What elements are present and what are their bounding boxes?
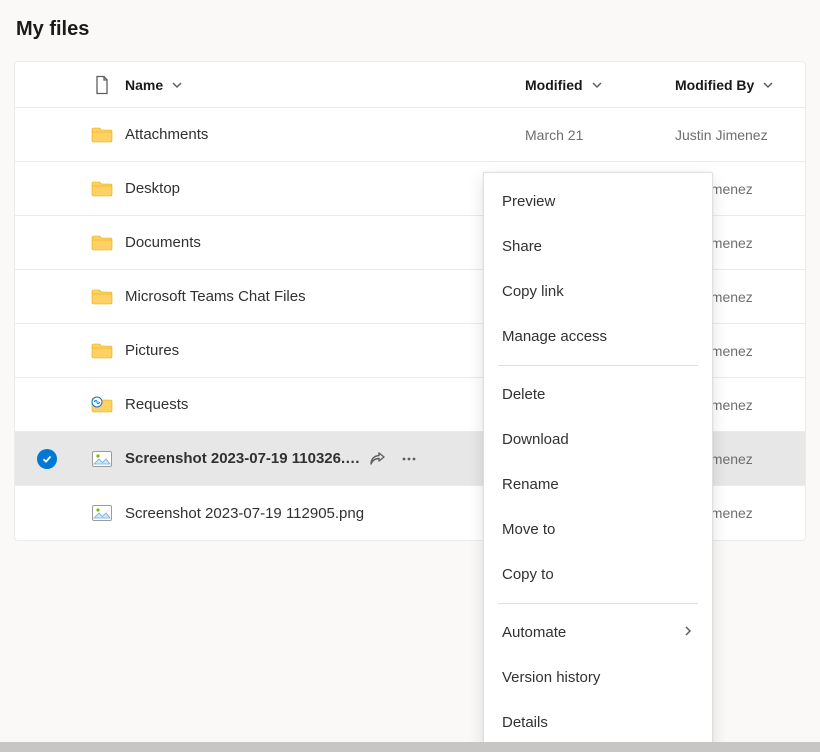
row-actions	[368, 450, 434, 468]
folder-icon	[79, 234, 125, 252]
menu-separator	[498, 603, 698, 604]
file-name-label: Desktop	[125, 180, 180, 197]
menu-item-rename[interactable]: Rename	[484, 462, 712, 507]
file-name-label: Attachments	[125, 126, 208, 143]
menu-item-details[interactable]: Details	[484, 700, 712, 745]
menu-separator	[498, 365, 698, 366]
modified-by-cell: Justin Jimenez	[675, 127, 805, 143]
menu-item-version-history[interactable]: Version history	[484, 655, 712, 700]
menu-item-label: Rename	[502, 476, 559, 493]
menu-item-copy-link[interactable]: Copy link	[484, 269, 712, 314]
modified-by-label: Justin Jimenez	[675, 127, 768, 143]
column-header-modified-by[interactable]: Modified By	[675, 77, 805, 93]
file-name-cell[interactable]: Screenshot 2023-07-19 110326.…	[125, 450, 525, 468]
folder-icon	[79, 126, 125, 144]
image-file-icon	[79, 450, 125, 468]
menu-item-label: Copy link	[502, 283, 564, 300]
chevron-down-icon	[762, 79, 774, 91]
folder-icon	[79, 180, 125, 198]
column-header-name-label: Name	[125, 77, 163, 93]
menu-item-label: Automate	[502, 624, 566, 641]
menu-item-label: Share	[502, 238, 542, 255]
menu-item-label: Delete	[502, 386, 545, 403]
column-header-modified[interactable]: Modified	[525, 77, 675, 93]
image-file-icon	[79, 504, 125, 522]
context-menu: Preview Share Copy link Manage access Delete…	[483, 172, 713, 752]
file-name-cell[interactable]: Pictures	[125, 342, 525, 359]
menu-item-download[interactable]: Download	[484, 417, 712, 462]
file-name-cell[interactable]: Desktop	[125, 180, 525, 197]
menu-item-preview[interactable]: Preview	[484, 179, 712, 224]
table-row[interactable]: Attachments March 21 Justin Jimenez	[15, 108, 805, 162]
menu-item-label: Details	[502, 714, 548, 731]
menu-item-label: Move to	[502, 521, 555, 538]
column-header-modified-by-label: Modified By	[675, 77, 754, 93]
menu-item-label: Download	[502, 431, 569, 448]
column-header-modified-label: Modified	[525, 77, 583, 93]
modified-label: March 21	[525, 127, 583, 143]
page-title: My files	[0, 0, 820, 61]
column-header-name[interactable]: Name	[125, 77, 525, 93]
file-type-header-icon[interactable]	[79, 75, 125, 95]
linked-folder-icon	[79, 396, 125, 414]
menu-item-automate[interactable]: Automate	[484, 610, 712, 655]
file-name-label: Documents	[125, 234, 201, 251]
share-icon[interactable]	[368, 450, 386, 468]
menu-item-copy-to[interactable]: Copy to	[484, 552, 712, 597]
folder-icon	[79, 288, 125, 306]
file-name-label: Requests	[125, 396, 188, 413]
menu-item-move-to[interactable]: Move to	[484, 507, 712, 552]
file-name-label: Screenshot 2023-07-19 110326.…	[125, 450, 360, 467]
chevron-down-icon	[591, 79, 603, 91]
chevron-right-icon	[682, 624, 694, 641]
file-name-cell[interactable]: Requests	[125, 396, 525, 413]
file-name-cell[interactable]: Attachments	[125, 126, 525, 143]
menu-item-label: Manage access	[502, 328, 607, 345]
file-name-label: Pictures	[125, 342, 179, 359]
more-actions-icon[interactable]	[400, 450, 418, 468]
modified-cell: March 21	[525, 127, 675, 143]
file-name-cell[interactable]: Documents	[125, 234, 525, 251]
bottom-bar	[0, 742, 820, 752]
menu-item-share[interactable]: Share	[484, 224, 712, 269]
menu-item-label: Preview	[502, 193, 555, 210]
file-name-label: Screenshot 2023-07-19 112905.png	[125, 505, 364, 522]
file-name-label: Microsoft Teams Chat Files	[125, 288, 306, 305]
selected-check-icon[interactable]	[37, 449, 57, 469]
chevron-down-icon	[171, 79, 183, 91]
column-header-row: Name Modified Modified By	[15, 62, 805, 108]
file-name-cell[interactable]: Screenshot 2023-07-19 112905.png	[125, 505, 525, 522]
row-select-cell[interactable]	[15, 449, 79, 469]
menu-item-delete[interactable]: Delete	[484, 372, 712, 417]
file-name-cell[interactable]: Microsoft Teams Chat Files	[125, 288, 525, 305]
menu-item-manage-access[interactable]: Manage access	[484, 314, 712, 359]
menu-item-label: Copy to	[502, 566, 554, 583]
folder-icon	[79, 342, 125, 360]
menu-item-label: Version history	[502, 669, 600, 686]
